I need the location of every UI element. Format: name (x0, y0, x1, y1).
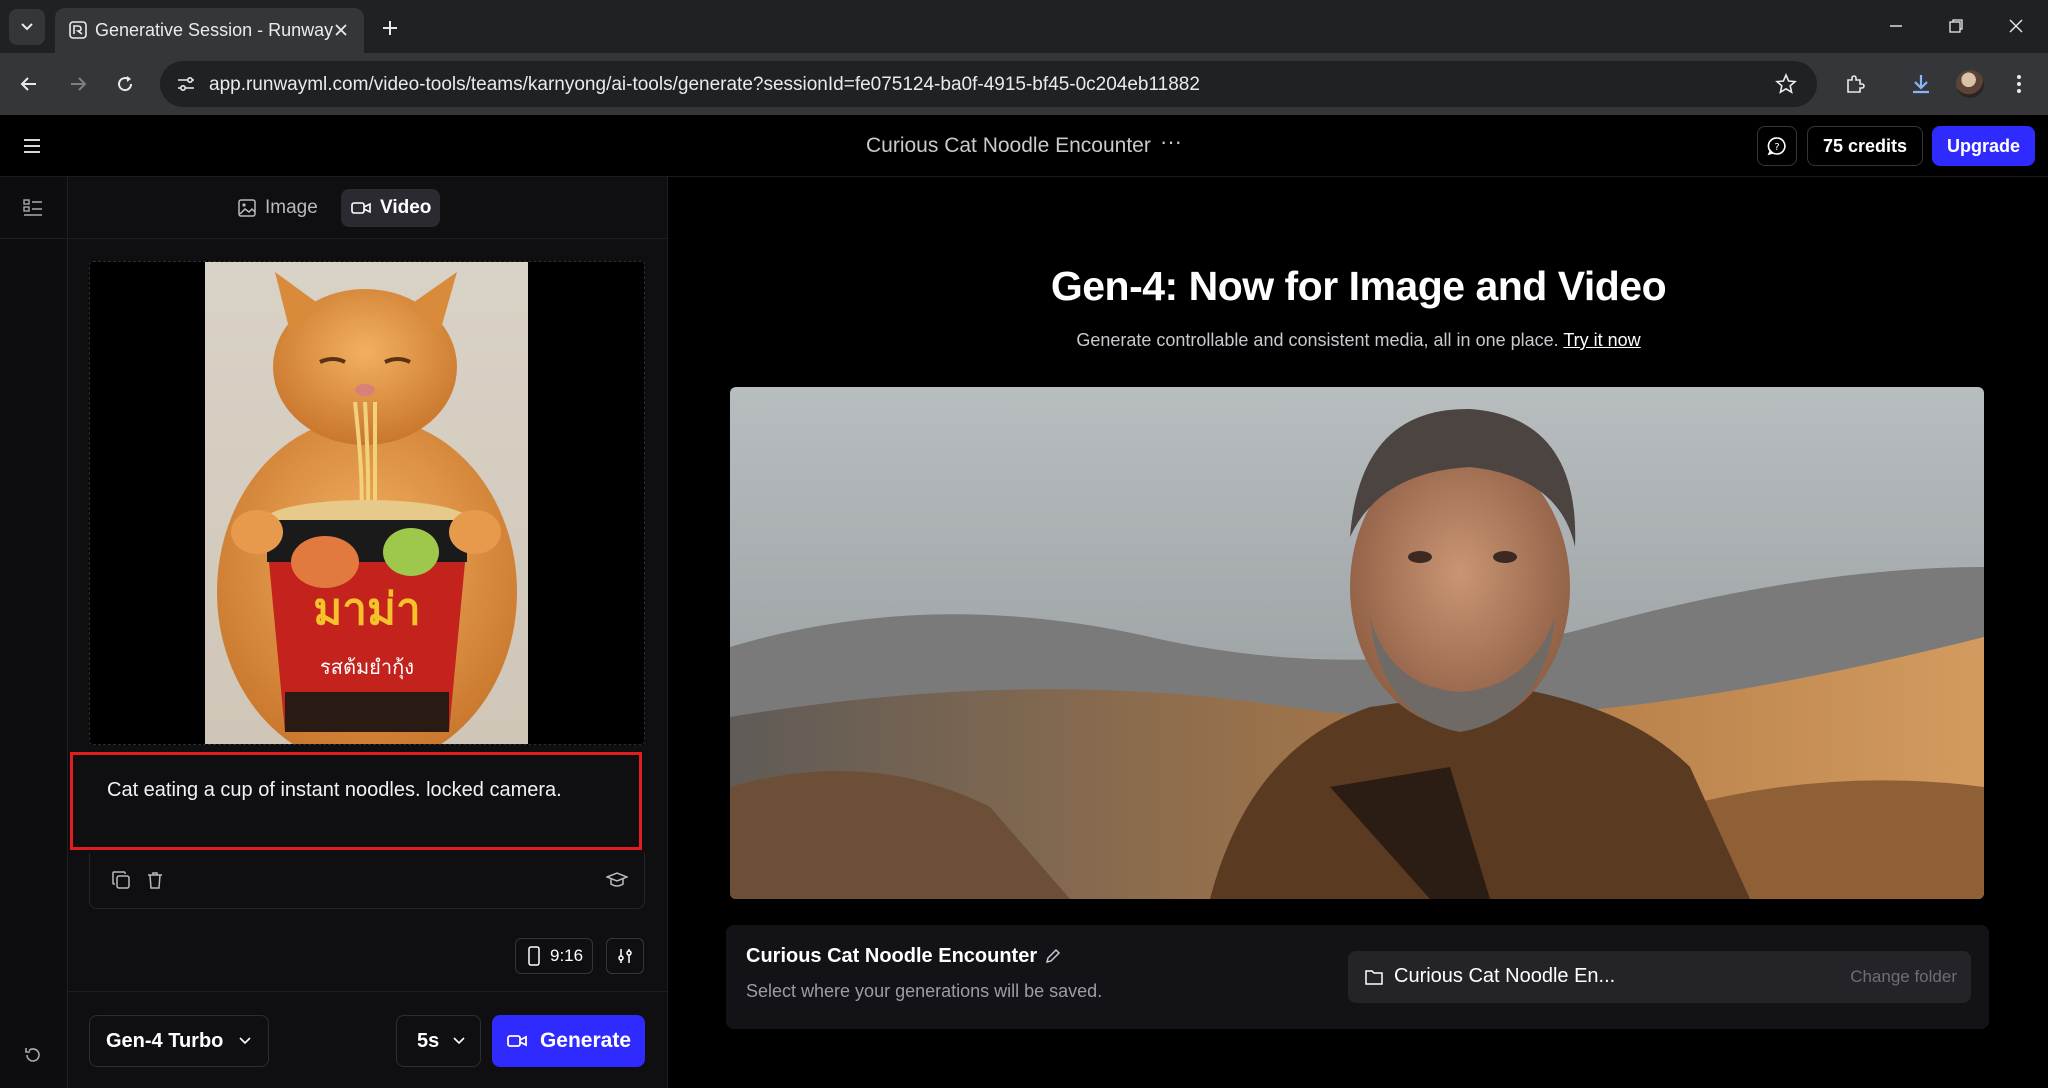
browser-toolbar: app.runwayml.com/video-tools/teams/karny… (0, 53, 2048, 115)
reload-icon[interactable] (108, 67, 142, 101)
minimize-icon[interactable] (1876, 8, 1916, 44)
main-content: Gen-4: Now for Image and Video Generate … (669, 177, 2048, 1088)
feedback-chat-button[interactable]: ? (1757, 126, 1797, 166)
settings-sliders-button[interactable] (606, 938, 644, 974)
promo-subtitle: Generate controllable and consistent med… (669, 330, 2048, 351)
browser-tab[interactable]: Generative Session - Runway (55, 8, 364, 53)
aspect-ratio-button[interactable]: 9:16 (515, 938, 593, 974)
folder-name: Curious Cat Noodle En... (1394, 965, 1616, 987)
copy-icon[interactable] (108, 867, 134, 893)
try-it-now-link[interactable]: Try it now (1563, 330, 1640, 350)
generation-panel: Image Video มาม่า รสต้มยำกุ้ง Cat eating… (68, 177, 668, 1088)
promo-subtitle-text: Generate controllable and consistent med… (1076, 330, 1559, 350)
tab-video[interactable]: Video (341, 189, 441, 227)
generate-button[interactable]: Generate (492, 1015, 645, 1067)
video-camera-icon (351, 202, 371, 214)
pencil-edit-icon[interactable] (1042, 945, 1064, 967)
tab-search-icon[interactable] (9, 9, 45, 45)
prompt-text[interactable]: Cat eating a cup of instant noodles. loc… (107, 779, 562, 802)
prompt-toolbar (89, 853, 645, 909)
runway-favicon-icon (69, 21, 87, 39)
input-image-dropzone[interactable]: มาม่า รสต้มยำกุ้ง (89, 261, 645, 745)
app-header: Curious Cat Noodle Encounter ··· ? 75 cr… (0, 115, 2048, 177)
divider (68, 991, 668, 992)
promo-video[interactable] (730, 387, 1984, 899)
bookmark-star-icon[interactable] (1773, 71, 1799, 97)
download-icon[interactable] (1904, 67, 1938, 101)
prompt-textarea[interactable]: Cat eating a cup of instant noodles. loc… (70, 752, 642, 850)
session-title[interactable]: Curious Cat Noodle Encounter (866, 134, 1151, 158)
panel-toggle-icon[interactable] (19, 194, 47, 222)
upgrade-button[interactable]: Upgrade (1932, 126, 2035, 166)
session-card: Curious Cat Noodle Encounter Select wher… (726, 925, 1989, 1029)
chevron-down-icon (239, 1037, 251, 1045)
credits-button[interactable]: 75 credits (1807, 126, 1923, 166)
forward-arrow-icon[interactable] (61, 67, 95, 101)
history-reset-icon[interactable] (19, 1041, 47, 1069)
image-icon (238, 199, 256, 217)
generate-label: Generate (539, 1029, 632, 1052)
folder-selector[interactable]: Curious Cat Noodle En... Change folder (1348, 951, 1971, 1003)
extensions-puzzle-icon[interactable] (1838, 67, 1872, 101)
browser-tabstrip: Generative Session - Runway (0, 0, 2048, 53)
change-folder-button[interactable]: Change folder (1850, 967, 1957, 987)
address-bar[interactable]: app.runwayml.com/video-tools/teams/karny… (160, 61, 1817, 107)
chat-bubble-icon: ? (1767, 137, 1786, 156)
close-window-icon[interactable] (1996, 8, 2036, 44)
hamburger-menu-icon[interactable] (18, 133, 46, 159)
portrait-phone-icon (528, 946, 540, 966)
folder-icon (1362, 965, 1386, 989)
tab-image-label: Image (265, 197, 318, 218)
session-card-title[interactable]: Curious Cat Noodle Encounter (746, 945, 1037, 968)
profile-avatar[interactable] (1956, 70, 1984, 98)
chevron-down-icon (453, 1037, 465, 1045)
aspect-ratio-value: 9:16 (550, 946, 584, 965)
tab-video-label: Video (380, 197, 432, 218)
svg-text:รสต้มยำกุ้ง: รสต้มยำกุ้ง (320, 655, 414, 680)
sliders-icon (618, 949, 632, 963)
duration-select[interactable]: 5s (396, 1015, 481, 1067)
session-card-subtitle: Select where your generations will be sa… (746, 981, 1103, 1001)
rail-top (0, 177, 68, 239)
model-select[interactable]: Gen-4 Turbo (89, 1015, 269, 1067)
mode-tabs: Image Video (68, 177, 668, 239)
promo-title: Gen-4: Now for Image and Video (1050, 263, 1667, 309)
model-value: Gen-4 Turbo (106, 1029, 224, 1052)
cat-noodle-image: มาม่า รสต้มยำกุ้ง (205, 262, 528, 744)
restore-icon[interactable] (1936, 8, 1976, 44)
trash-icon[interactable] (142, 867, 168, 893)
svg-text:?: ? (1774, 142, 1779, 153)
site-info-icon[interactable] (172, 70, 200, 98)
left-rail (0, 177, 68, 1088)
duration-value: 5s (417, 1029, 440, 1052)
tab-title: Generative Session - Runway (95, 20, 334, 40)
back-arrow-icon[interactable] (12, 67, 46, 101)
browser-menu-icon[interactable] (2002, 67, 2036, 101)
new-tab-plus-icon[interactable] (374, 12, 406, 44)
tab-close-icon[interactable] (328, 17, 354, 43)
video-camera-icon (507, 1035, 527, 1047)
tab-image[interactable]: Image (228, 189, 327, 227)
prompt-guide-graduation-cap-icon[interactable] (604, 867, 630, 893)
svg-text:มาม่า: มาม่า (313, 584, 420, 635)
session-more-icon[interactable]: ··· (1160, 131, 1182, 157)
url-text[interactable]: app.runwayml.com/video-tools/teams/karny… (209, 74, 1200, 96)
